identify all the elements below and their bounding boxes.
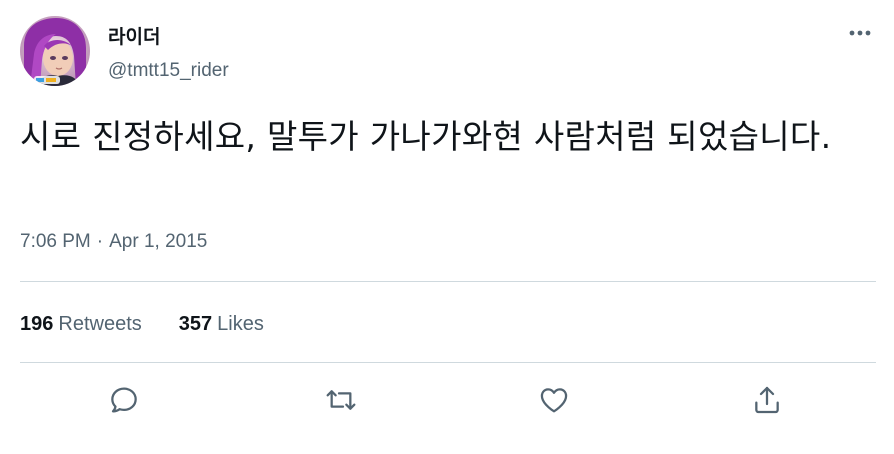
tweet-timestamp: 7:06 PM · Apr 1, 2015 <box>20 229 207 255</box>
reply-button[interactable] <box>102 378 146 422</box>
avatar-image <box>20 16 90 86</box>
tweet-date-link[interactable]: Apr 1, 2015 <box>109 231 207 252</box>
retweet-button[interactable] <box>319 378 363 422</box>
share-button[interactable] <box>745 378 789 422</box>
like-button[interactable] <box>532 378 576 422</box>
avatar[interactable] <box>20 16 90 86</box>
likes-label: Likes <box>217 312 264 335</box>
tweet-text: 시로 진정하세요, 말투가 가나가와현 사람처럼 되었습니다. <box>20 117 832 156</box>
divider-top <box>20 281 876 282</box>
reply-icon <box>111 387 137 413</box>
tweet-time-link[interactable]: 7:06 PM <box>20 231 91 252</box>
heart-icon <box>540 388 568 413</box>
more-options-button[interactable] <box>838 18 882 48</box>
divider-bottom <box>20 362 876 363</box>
tweet-stats: 196 Retweets 357 Likes <box>20 310 264 338</box>
likes-count: 357 <box>178 312 213 335</box>
share-icon <box>755 386 779 414</box>
display-name[interactable]: 라이더 <box>108 24 160 50</box>
likes-stat[interactable]: 357 Likes <box>179 313 264 336</box>
user-handle[interactable]: @tmtt15_rider <box>108 58 229 84</box>
retweet-icon <box>326 390 356 410</box>
more-icon <box>849 30 871 36</box>
retweets-label: Retweets <box>58 312 142 335</box>
timestamp-separator: · <box>96 231 104 252</box>
retweets-count: 196 <box>20 312 54 335</box>
tweet-detail: 라이더 @tmtt15_rider 시로 진정하세요, 말투가 가나가와현 사람… <box>0 0 894 454</box>
retweets-stat[interactable]: 196 Retweets <box>20 313 142 336</box>
